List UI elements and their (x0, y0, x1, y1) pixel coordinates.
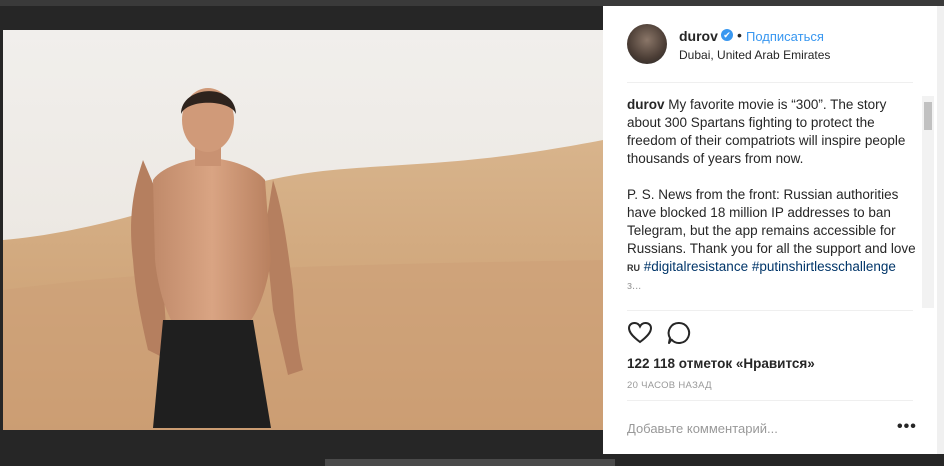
caption-author-link[interactable]: durov (627, 97, 665, 112)
divider (627, 400, 913, 401)
caption-scrollbar-thumb[interactable] (924, 102, 932, 130)
heart-icon (627, 321, 653, 344)
caption-text-ps: P. S. News from the front: Russian autho… (627, 187, 916, 256)
avatar[interactable] (627, 24, 667, 64)
comment-button[interactable] (666, 320, 692, 346)
divider (627, 82, 913, 83)
background-page-strip (325, 459, 615, 466)
verified-badge-icon: ✔ (721, 29, 733, 41)
more-options-button[interactable]: ••• (897, 419, 917, 435)
post-timestamp[interactable]: 20 часов назад (627, 380, 712, 391)
username-link[interactable]: durov (679, 28, 718, 44)
caption-overflow-text: з... (627, 280, 642, 292)
caption-block: durov My favorite movie is “300”. The st… (627, 96, 917, 310)
like-button[interactable] (627, 320, 653, 346)
russia-flag-icon: RU (627, 263, 640, 273)
hashtag-link[interactable]: #putinshirtlesschallenge (752, 259, 896, 274)
header-separator: • (737, 27, 742, 43)
comment-input[interactable] (627, 418, 887, 438)
post-photo[interactable] (3, 30, 603, 430)
location-link[interactable]: Dubai, United Arab Emirates (679, 48, 830, 62)
post-header: durov ✔ • Подписаться Dubai, United Arab… (603, 6, 937, 82)
page-scrollbar[interactable] (937, 6, 944, 454)
likes-count[interactable]: 122 118 отметок «Нравится» (627, 356, 815, 371)
follow-button[interactable]: Подписаться (746, 29, 824, 44)
speech-bubble-icon (667, 321, 691, 344)
post-details-panel: durov ✔ • Подписаться Dubai, United Arab… (603, 6, 937, 454)
hashtag-link[interactable]: #digitalresistance (644, 259, 748, 274)
desert-portrait-image (3, 30, 603, 430)
divider (627, 310, 913, 311)
caption-text: My favorite movie is “300”. The story ab… (627, 97, 906, 166)
